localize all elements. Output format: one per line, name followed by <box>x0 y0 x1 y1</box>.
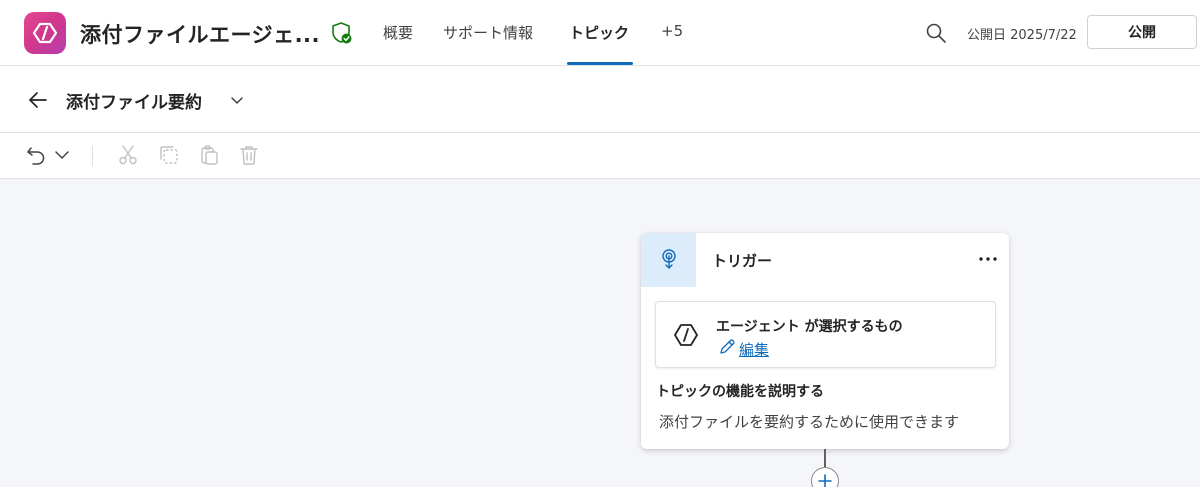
active-tab-indicator <box>567 62 633 65</box>
search-icon[interactable] <box>925 22 947 44</box>
copy-icon[interactable] <box>158 144 180 166</box>
undo-icon[interactable] <box>25 144 47 166</box>
tab-more[interactable]: +5 <box>661 22 683 40</box>
authoring-canvas[interactable] <box>0 179 1200 487</box>
top-bar: 添付ファイルエージェ... 概要 サポート情報 トピック +5 公開日 2025… <box>0 0 1200 66</box>
trigger-touch-icon <box>661 249 676 269</box>
agent-code-icon <box>32 22 58 44</box>
trigger-title: トリガー <box>712 252 773 270</box>
trigger-node-card[interactable]: トリガー エージェント が選択するもの 編集 トピックの機能を説明する 添付ファ… <box>641 233 1009 449</box>
agent-logo <box>24 12 66 54</box>
cut-icon[interactable] <box>117 144 139 166</box>
edit-link[interactable]: 編集 <box>739 339 769 360</box>
tab-knowledge[interactable]: サポート情報 <box>443 22 533 43</box>
tab-overview[interactable]: 概要 <box>383 22 413 43</box>
topic-title[interactable]: 添付ファイル要約 <box>66 88 202 113</box>
more-options-icon[interactable] <box>977 249 999 269</box>
publish-button[interactable]: 公開 <box>1087 15 1197 49</box>
trigger-type-box[interactable]: エージェント が選択するもの 編集 <box>655 301 996 368</box>
undo-options-chevron-icon[interactable] <box>54 147 70 163</box>
agent-code-icon <box>674 324 698 346</box>
paste-icon[interactable] <box>198 144 220 166</box>
published-date: 公開日 2025/7/22 <box>967 28 1077 43</box>
back-arrow-icon[interactable] <box>27 89 49 111</box>
add-node-button[interactable] <box>811 467 839 487</box>
description-text[interactable]: 添付ファイルを要約するために使用できます <box>659 411 959 432</box>
app-title: 添付ファイルエージェ... <box>80 23 321 47</box>
trigger-icon-container <box>641 233 696 287</box>
plus-icon <box>818 474 832 487</box>
editor-toolbar <box>0 133 1200 179</box>
chevron-down-icon[interactable] <box>229 92 245 108</box>
description-heading: トピックの機能を説明する <box>656 384 824 400</box>
shield-check-icon <box>332 22 352 44</box>
delete-icon[interactable] <box>238 144 260 166</box>
pencil-icon[interactable] <box>718 338 736 356</box>
trigger-type-label: エージェント が選択するもの <box>716 319 903 335</box>
node-connector <box>824 449 826 469</box>
topic-header: 添付ファイル要約 <box>0 66 1200 133</box>
tab-topics[interactable]: トピック <box>569 22 629 43</box>
toolbar-divider <box>92 146 93 166</box>
